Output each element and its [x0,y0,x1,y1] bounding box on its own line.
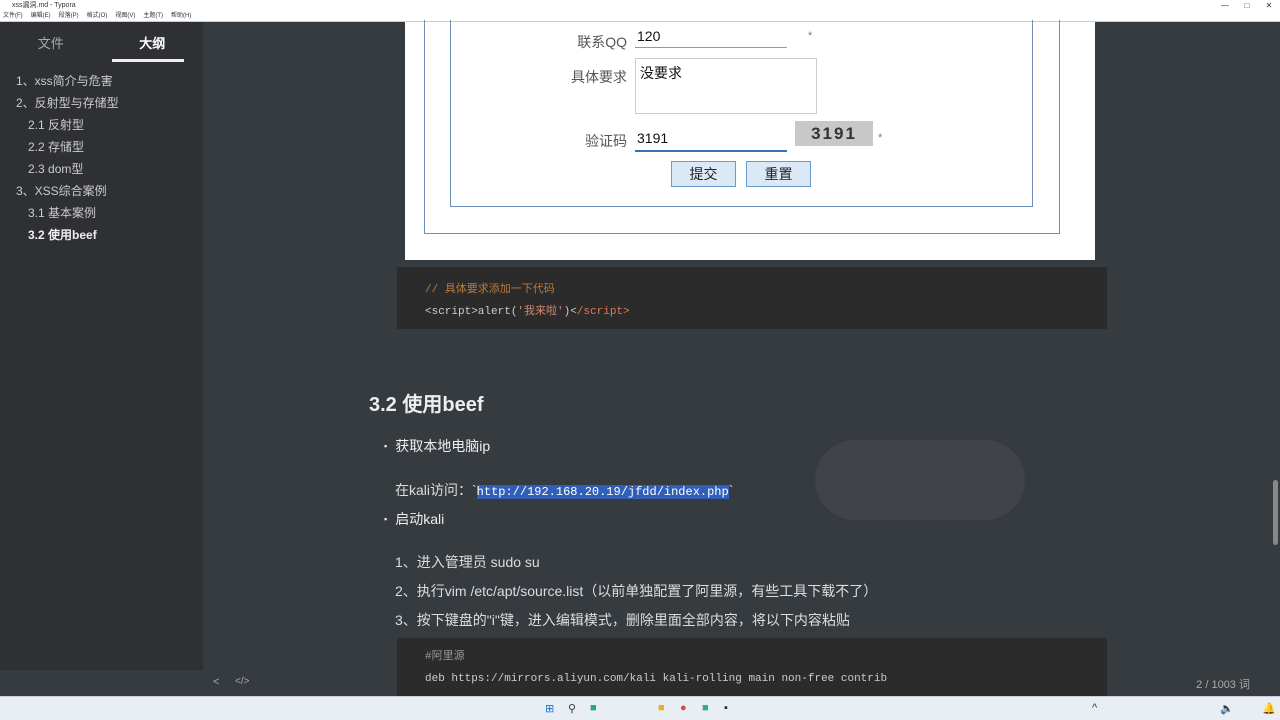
code-string: '我来啦' [517,306,564,318]
browser-icon[interactable]: ● [680,702,687,714]
embedded-screenshot: 联系QQ 120 * 具体要求 没要求 验证码 3191 3191 * 提交 重… [405,20,1095,260]
section-heading: 3.2 使用beef [369,394,484,416]
outline-item-active[interactable]: 3.2 使用beef [0,224,203,246]
code-text: )< [563,306,577,318]
outline-item[interactable]: 2.2 存储型 [0,136,203,158]
outline-item[interactable]: 3.1 基本案例 [0,202,203,224]
code-comment: // 具体要求添加一下代码 [425,284,555,296]
captcha-label: 验证码 [585,133,627,149]
text: ` [728,482,734,498]
code-text: <script>alert( [425,306,518,318]
tab-outline[interactable]: 大纲 [102,22,204,62]
reset-button[interactable]: 重置 [746,161,811,187]
captcha-image[interactable]: 3191 [795,121,873,146]
notification-icon[interactable]: 🔔 [1262,702,1276,715]
volume-icon[interactable]: 🔈 [1220,702,1234,715]
requirement-textarea[interactable]: 没要求 [635,58,817,114]
outline-item[interactable]: 3、XSS综合案例 [0,180,203,202]
app-icon[interactable]: ■ [590,702,597,714]
code-comment: #阿里源 [425,651,465,663]
step-item: 3、按下键盘的"i"键，进入编辑模式，删除里面全部内容，将以下内容粘贴 [395,612,850,628]
typora-icon[interactable]: ■ [702,702,709,714]
qq-input[interactable]: 120 [635,28,787,48]
code-tag: /script> [576,306,630,318]
menu-theme[interactable]: 主题(T) [143,11,163,21]
qq-label: 联系QQ [577,34,627,50]
required-star: * [808,30,813,42]
outline-item[interactable]: 2.3 dom型 [0,158,203,180]
submit-button[interactable]: 提交 [671,161,736,187]
menu-paragraph[interactable]: 段落(P) [59,11,79,21]
sidebar: 文件 大纲 1、xss简介与危害 2、反射型与存储型 2.1 反射型 2.2 存储… [0,22,203,670]
paragraph: 在kali访问：`http://192.168.20.19/jfdd/index… [395,480,733,500]
text: 在kali访问：` [395,482,477,498]
menu-format[interactable]: 格式(O) [87,11,108,21]
minimize-button[interactable]: — [1214,0,1236,11]
bullet-item: 获取本地电脑ip [384,436,490,456]
menu-help[interactable]: 帮助(H) [171,11,191,21]
tray-chevron-icon[interactable]: ^ [1092,702,1097,714]
required-star: * [878,132,883,144]
source-mode-button[interactable]: </> [235,676,249,687]
menu-edit[interactable]: 编辑(E) [31,11,51,21]
outline-item[interactable]: 1、xss简介与危害 [0,70,203,92]
maximize-button[interactable]: □ [1236,0,1258,11]
selected-url[interactable]: http://192.168.20.19/jfdd/index.php [476,485,729,499]
step-item: 1、进入管理员 sudo su [395,554,540,570]
terminal-icon[interactable]: ▪ [724,702,728,714]
close-button[interactable]: ✕ [1258,0,1280,11]
bullet-item: 启动kali [384,509,444,529]
captcha-input[interactable]: 3191 [635,130,787,152]
requirement-label: 具体要求 [571,69,627,85]
title-bar: xss漏洞.md - Typora — □ ✕ [0,0,1280,11]
menu-view[interactable]: 视图(V) [115,11,135,21]
code-line: deb https://mirrors.aliyun.com/kali kali… [425,673,888,685]
toggle-sidebar-button[interactable]: < [213,676,219,688]
tab-files[interactable]: 文件 [0,22,102,62]
search-icon[interactable]: ⚲ [568,702,576,715]
watermark [815,440,1025,520]
folder-icon[interactable]: ■ [658,702,665,714]
scrollbar[interactable] [1273,480,1278,545]
word-count[interactable]: 2 / 1003 词 [1196,676,1250,692]
taskbar: ⊞ ⚲ ■ ■ ● ■ ▪ ^ 🔈 🔔 [0,696,1280,720]
windows-start-icon[interactable]: ⊞ [545,702,554,715]
code-block[interactable]: // 具体要求添加一下代码 <script>alert('我来啦')</scri… [397,267,1107,329]
menu-file[interactable]: 文件(F) [3,11,23,21]
step-item: 2、执行vim /etc/apt/source.list（以前单独配置了阿里源，… [395,583,878,599]
window-title: xss漏洞.md - Typora [12,2,76,9]
code-block[interactable]: #阿里源 deb https://mirrors.aliyun.com/kali… [397,638,1107,696]
outline-item[interactable]: 2、反射型与存储型 [0,92,203,114]
outline-item[interactable]: 2.1 反射型 [0,114,203,136]
